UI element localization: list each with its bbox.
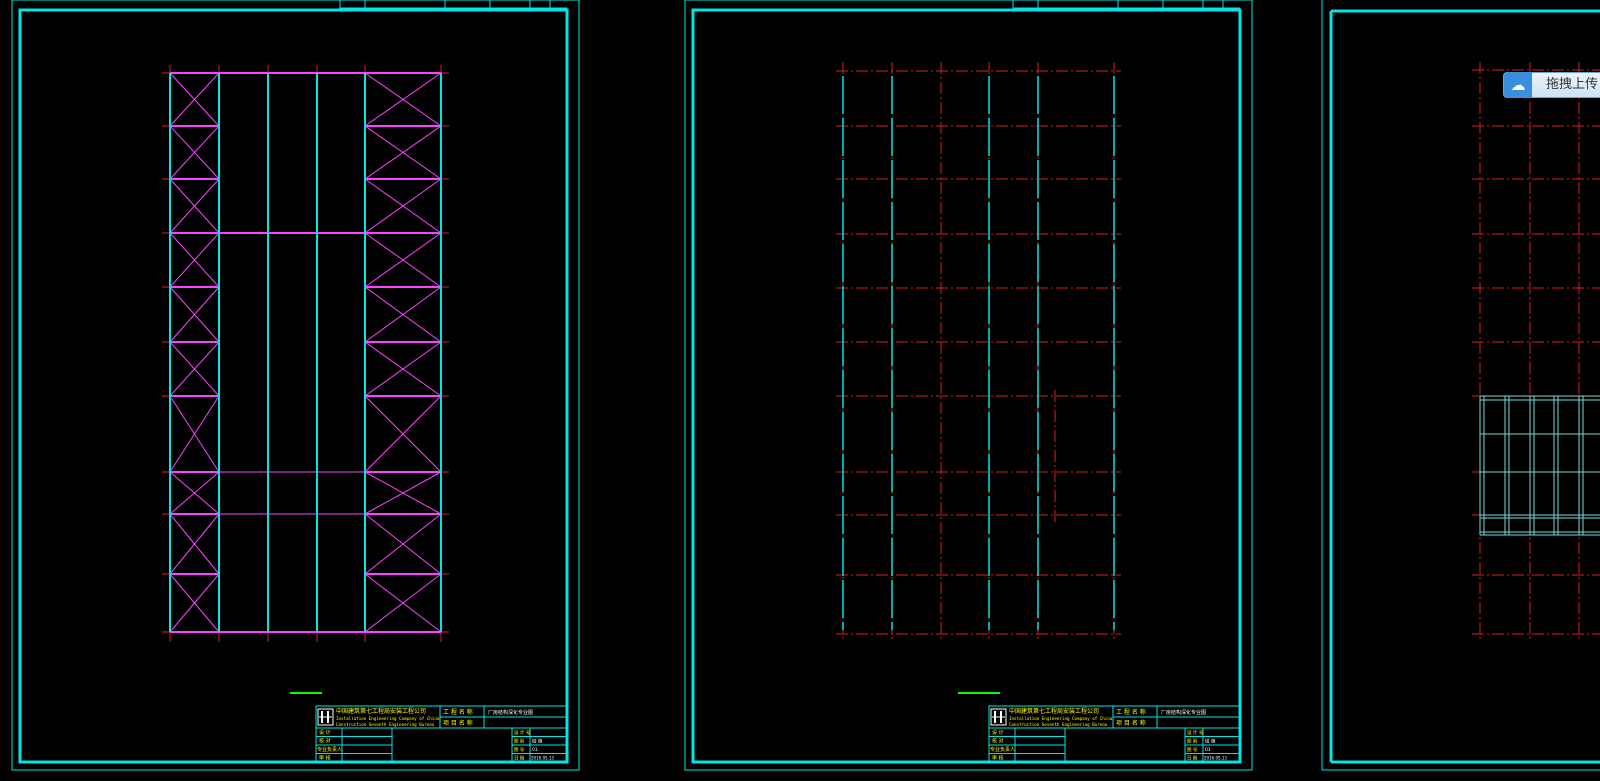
meta-type-value: 结 施: [1205, 738, 1216, 745]
project-label: 工 程 名 称: [1116, 708, 1146, 716]
company-name-cn: 中国建筑第七工程局安装工程公司: [336, 707, 426, 715]
title-block: 中国建筑第七工程局安装工程公司 Installation Engineering…: [988, 705, 1242, 763]
role-lead: 专业负责人: [317, 746, 342, 753]
role-lead: 专业负责人: [990, 746, 1015, 753]
meta-number-value: 01: [532, 747, 538, 753]
company-name-en-1: Installation Engineering Company of Chin…: [1009, 716, 1113, 721]
project-value: 厂房结构深化专业图: [1161, 709, 1206, 716]
company-logo: [317, 708, 334, 726]
sheet-outer-frame: [11, 0, 580, 771]
sheet-inner-frame: [18, 8, 569, 764]
meta-type: 图 别: [514, 738, 525, 745]
drag-upload-button[interactable]: ☁ 拖拽上传: [1503, 72, 1600, 98]
bracing-plan: [169, 72, 442, 633]
meta-date: 日 期: [514, 756, 525, 762]
sheet-inner-frame: [691, 8, 1242, 764]
company-name-cn: 中国建筑第七工程局安装工程公司: [1009, 707, 1099, 715]
top-strip: [339, 0, 567, 10]
meta-number-value: 01: [1205, 747, 1211, 753]
axis-ticks: [162, 65, 449, 642]
meta-number: 图 号: [1187, 747, 1198, 753]
partial-cell-grid: [1479, 395, 1600, 536]
top-strip: [1012, 0, 1240, 10]
role-design: 设 计: [992, 729, 1004, 736]
sheet-outer-frame: [684, 0, 1253, 771]
axis-grid-plan: [836, 62, 1121, 642]
partial-axis-grid: [1472, 62, 1600, 642]
company-name-en-2: Construction Seventh Engineering Bureau: [336, 722, 435, 727]
project-value: 厂房结构深化专业图: [488, 709, 533, 716]
meta-design-no: 设 计 号: [514, 729, 531, 736]
title-block: 中国建筑第七工程局安装工程公司 Installation Engineering…: [315, 705, 569, 763]
drag-upload-label: 拖拽上传: [1546, 77, 1599, 92]
meta-design-no: 设 计 号: [1187, 729, 1204, 736]
role-check: 校 对: [992, 738, 1004, 745]
drawing-sheet-2: 中国建筑第七工程局安装工程公司 Installation Engineering…: [684, 0, 1253, 771]
cad-drawing-canvas[interactable]: 中国建筑第七工程局安装工程公司 Installation Engineering…: [0, 0, 1600, 781]
drawing-sheet-1: 中国建筑第七工程局安装工程公司 Installation Engineering…: [11, 0, 580, 771]
meta-type-value: 结 施: [532, 738, 543, 745]
company-logo: [990, 708, 1007, 726]
role-review: 审 核: [319, 755, 331, 762]
company-name-en-1: Installation Engineering Company of Chin…: [336, 716, 440, 721]
company-name-en-2: Construction Seventh Engineering Bureau: [1009, 722, 1108, 727]
meta-type: 图 别: [1187, 738, 1198, 745]
meta-date: 日 期: [1187, 756, 1198, 762]
meta-number: 图 号: [514, 747, 525, 753]
item-label: 项 目 名 称: [443, 719, 473, 727]
drawing-sheet-3: [1321, 0, 1600, 771]
role-design: 设 计: [319, 729, 331, 736]
meta-date-value: 2016.05.13: [531, 756, 554, 761]
cloud-share-icon: ☁: [1504, 72, 1532, 98]
project-label: 工 程 名 称: [443, 708, 473, 716]
role-check: 校 对: [319, 738, 331, 745]
item-label: 项 目 名 称: [1116, 719, 1146, 727]
meta-date-value: 2016.05.13: [1204, 756, 1227, 761]
role-review: 审 核: [992, 755, 1004, 762]
